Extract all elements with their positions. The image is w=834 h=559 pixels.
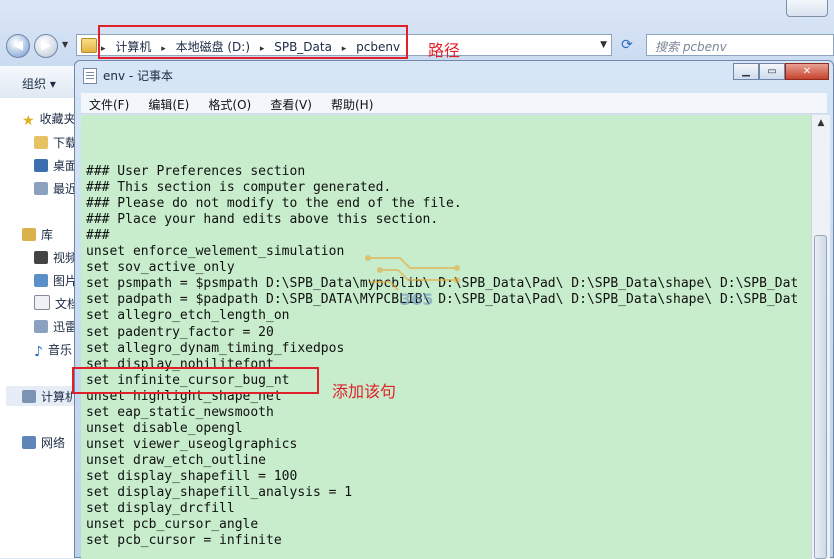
text-line: set allegro_etch_length_on — [86, 308, 290, 324]
recent-places-icon — [34, 182, 48, 195]
sidebar-item-favorites[interactable]: ★ 收藏夹 — [22, 110, 76, 129]
added-line-highlight-box — [72, 367, 319, 394]
navigation-pane: ★ 收藏夹 下载 桌面 最近 库 视频 图片 文档 迅雷 ♪ 音乐 计算机 网络 — [0, 98, 79, 558]
text-line: set allegro_dynam_timing_fixedpos — [86, 340, 345, 356]
path-annotation-label: 路径 — [428, 41, 461, 60]
recent-pages-dropdown-icon[interactable]: ▼ — [62, 40, 68, 49]
back-arrow-icon: ◀ — [13, 38, 23, 53]
text-line: set padentry_factor = 20 — [86, 324, 274, 340]
sidebar-item-network[interactable]: 网络 — [22, 434, 65, 451]
text-line: ### User Preferences section — [86, 164, 306, 179]
minimize-button[interactable]: ▁ — [733, 63, 759, 80]
search-placeholder: 搜索 pcbenv — [655, 40, 727, 54]
menu-bar: 文件(F) 编辑(E) 格式(O) 查看(V) 帮助(H) — [81, 93, 827, 114]
sidebar-item-label: 库 — [41, 228, 54, 242]
text-line: unset disable_opengl — [86, 420, 243, 436]
menu-view[interactable]: 查看(V) — [262, 93, 318, 113]
star-icon: ★ — [22, 113, 35, 129]
sidebar-item-recent[interactable]: 最近 — [34, 180, 77, 197]
search-input[interactable]: 搜索 pcbenv — [646, 34, 834, 56]
scroll-up-icon[interactable]: ▲ — [812, 115, 830, 132]
folder-icon — [81, 38, 97, 53]
path-highlight-box — [98, 25, 408, 59]
library-icon — [22, 228, 36, 241]
text-line: set display_shapefill = 100 — [86, 468, 298, 484]
sidebar-item-desktop[interactable]: 桌面 — [34, 157, 77, 174]
text-line: set pcb_cursor = infinite — [86, 533, 282, 549]
sidebar-item-videos[interactable]: 视频 — [34, 249, 77, 266]
back-button[interactable]: ◀ — [6, 34, 30, 58]
maximize-button[interactable]: ▭ — [759, 63, 785, 80]
window-controls: ▁ ▭ ✕ — [733, 63, 829, 81]
refresh-icon[interactable]: ⟳ — [616, 34, 638, 56]
computer-icon — [22, 390, 36, 403]
menu-edit[interactable]: 编辑(E) — [140, 93, 195, 113]
document-icon — [34, 295, 50, 310]
text-line: unset enforce_welement_simulation — [86, 244, 345, 260]
organize-button[interactable]: 组织 ▾ — [22, 75, 56, 92]
forward-button[interactable]: ▶ — [34, 34, 58, 58]
text-line: set display_drcfill — [86, 501, 235, 517]
close-button[interactable]: ✕ — [785, 63, 829, 80]
forward-arrow-icon: ▶ — [41, 38, 51, 53]
text-line: ### — [86, 228, 110, 244]
notepad-icon — [83, 68, 97, 84]
add-line-annotation-label: 添加该句 — [332, 382, 397, 401]
sidebar-item-label: 音乐 — [47, 343, 72, 357]
sidebar-item-libraries[interactable]: 库 — [22, 226, 53, 243]
downloads-folder-icon — [34, 136, 48, 149]
desktop-icon — [34, 159, 48, 172]
music-icon: ♪ — [34, 344, 43, 360]
address-dropdown-icon[interactable]: ▼ — [600, 40, 607, 50]
text-line: unset pcb_cursor_angle — [86, 517, 259, 533]
sidebar-item-label: 收藏夹 — [39, 112, 76, 126]
menu-format[interactable]: 格式(O) — [200, 93, 257, 113]
menu-file[interactable]: 文件(F) — [81, 93, 135, 113]
sidebar-item-xunlei[interactable]: 迅雷 — [34, 318, 77, 335]
text-line: unset viewer_useoglgraphics — [86, 436, 298, 452]
text-line: set sov_active_only — [86, 260, 235, 276]
picture-icon — [34, 274, 48, 287]
sidebar-item-computer[interactable]: 计算机 — [22, 388, 77, 405]
text-line: unset draw_etch_outline — [86, 452, 267, 468]
svg-text:365: 365 — [400, 290, 433, 309]
text-editor[interactable]: ### User Preferences section ### This sec… — [81, 115, 811, 559]
text-line: set display_shapefill_analysis = 1 — [86, 485, 353, 500]
sidebar-item-documents[interactable]: 文档 — [34, 295, 79, 312]
sidebar-item-pictures[interactable]: 图片 — [34, 272, 77, 289]
sidebar-item-downloads[interactable]: 下载 — [34, 134, 77, 151]
vertical-scrollbar[interactable]: ▲ — [811, 115, 830, 559]
text-line: ### Please do not modify to the end of t… — [86, 196, 462, 212]
text-line: ### This section is computer generated. — [86, 180, 392, 196]
explorer-window-controls[interactable] — [786, 0, 828, 17]
scrollbar-thumb[interactable] — [814, 235, 827, 559]
sidebar-item-music[interactable]: ♪ 音乐 — [34, 341, 72, 360]
xunlei-icon — [34, 320, 48, 333]
text-line: set eap_static_newsmooth — [86, 404, 274, 420]
watermark-logo: 365 — [365, 255, 460, 309]
menu-help[interactable]: 帮助(H) — [323, 93, 379, 113]
sidebar-item-label: 网络 — [41, 436, 66, 450]
window-title: env - 记事本 — [103, 69, 174, 83]
text-line: ### Place your hand edits above this sec… — [86, 212, 439, 228]
network-icon — [22, 436, 36, 449]
video-icon — [34, 251, 48, 264]
